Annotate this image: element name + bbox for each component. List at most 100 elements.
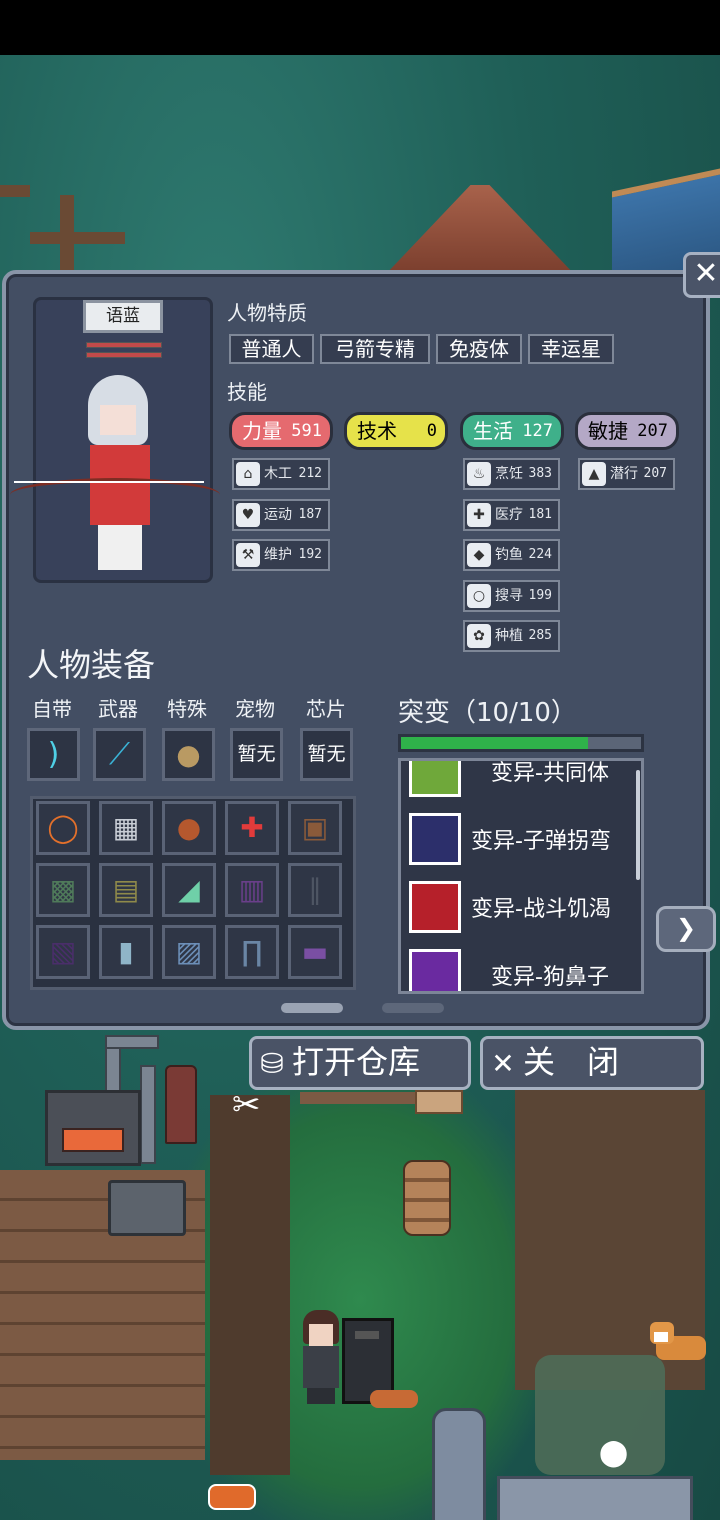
mutation-scrollbar[interactable] bbox=[636, 770, 640, 880]
stat-value: 127 bbox=[522, 421, 553, 441]
inventory-slot[interactable]: ◢ bbox=[162, 863, 216, 917]
mutation-title: 突变（10/10） bbox=[398, 698, 577, 728]
camo-shirt-icon: ▩ bbox=[49, 873, 77, 906]
skill-searching[interactable]: ○ 搜寻 199 bbox=[463, 580, 560, 612]
skill-planting[interactable]: ✿ 种植 285 bbox=[463, 620, 560, 652]
skill-fishing[interactable]: ◆ 钓鱼 224 bbox=[463, 539, 560, 571]
page-indicator-active[interactable] bbox=[281, 1003, 343, 1013]
boots-icon: ▮ bbox=[118, 935, 134, 968]
skill-carpentry[interactable]: ⌂ 木工 212 bbox=[232, 458, 330, 490]
corgi-dog[interactable] bbox=[650, 1318, 712, 1368]
skill-label: 维护 bbox=[264, 547, 292, 563]
mutation-progress-bar bbox=[398, 734, 644, 752]
mutation-label: 变异-共同体 bbox=[491, 761, 609, 786]
trait-chip[interactable]: 弓箭专精 bbox=[320, 334, 430, 364]
house-icon: ⌂ bbox=[236, 462, 260, 486]
slot-weapon[interactable]: ⟋ bbox=[93, 728, 146, 781]
trait-chip[interactable]: 普通人 bbox=[229, 334, 314, 364]
barrel[interactable] bbox=[403, 1160, 451, 1236]
tools-icon[interactable]: ✂ bbox=[232, 1088, 261, 1122]
slot-innate[interactable]: ) bbox=[27, 728, 80, 781]
open-storage-button[interactable]: ⛁ 打开仓库 bbox=[249, 1036, 471, 1090]
sneak-icon: ▲ bbox=[582, 462, 606, 486]
page-indicator[interactable] bbox=[382, 1003, 444, 1013]
skill-cooking[interactable]: ♨ 烹饪 383 bbox=[463, 458, 560, 490]
stat-value: 207 bbox=[637, 421, 668, 441]
equipment-title: 人物装备 bbox=[27, 646, 156, 684]
stat-technique[interactable]: 技术 0 bbox=[344, 412, 448, 450]
anvil[interactable] bbox=[108, 1180, 186, 1236]
trait-chip[interactable]: 幸运星 bbox=[528, 334, 614, 364]
slot-pet[interactable]: 暂无 bbox=[230, 728, 283, 781]
skill-label: 烹饪 bbox=[495, 466, 523, 482]
mutation-label: 变异-战斗饥渴 bbox=[471, 897, 611, 922]
slot-chip[interactable]: 暂无 bbox=[300, 728, 353, 781]
inventory-slot[interactable]: ◯ bbox=[36, 801, 90, 855]
close-icon[interactable]: ✕ bbox=[683, 252, 720, 298]
stamina-bar bbox=[86, 352, 162, 358]
inventory-slot[interactable]: ▨ bbox=[162, 925, 216, 979]
crab bbox=[370, 1390, 418, 1408]
signboard-beam bbox=[300, 1092, 420, 1104]
slot-content: 暂无 bbox=[307, 743, 346, 765]
inventory-slot[interactable]: ▩ bbox=[36, 863, 90, 917]
inventory-slot[interactable]: ∥ bbox=[288, 863, 342, 917]
inventory-slot[interactable]: ▦ bbox=[99, 801, 153, 855]
nose-icon bbox=[409, 949, 461, 991]
pipe bbox=[140, 1065, 156, 1164]
mutation-list[interactable]: 变异-共同体 变异-子弹拐弯 变异-战斗饥渴 变异-狗鼻子 bbox=[398, 758, 644, 994]
open-storage-label: 打开仓库 bbox=[292, 1043, 421, 1081]
shoes-item[interactable] bbox=[208, 1484, 256, 1510]
map-pin-icon[interactable]: ⬤ bbox=[599, 1440, 628, 1466]
pants-icon: ∥ bbox=[308, 873, 322, 906]
player-character[interactable] bbox=[295, 1310, 345, 1405]
stone-pillar bbox=[432, 1408, 486, 1520]
vest-icon: ▦ bbox=[112, 811, 140, 844]
next-page-arrow-icon[interactable]: ❯ bbox=[656, 906, 716, 952]
inventory-slot[interactable]: ▤ bbox=[99, 863, 153, 917]
pot-icon: ♨ bbox=[467, 462, 491, 486]
skill-maintenance[interactable]: ⚒ 维护 192 bbox=[232, 539, 330, 571]
bow-icon: ) bbox=[47, 737, 60, 772]
mutation-item[interactable]: 变异-狗鼻子 bbox=[409, 949, 641, 991]
inventory-slot[interactable]: ▮ bbox=[99, 925, 153, 979]
slot-label: 芯片 bbox=[306, 697, 346, 721]
stat-strength[interactable]: 力量 591 bbox=[229, 412, 333, 450]
mutation-item[interactable]: 变异-战斗饥渴 bbox=[409, 881, 641, 937]
bag-icon: ● bbox=[176, 738, 201, 771]
skill-value: 199 bbox=[528, 588, 552, 603]
stone-bench bbox=[497, 1476, 693, 1520]
stat-life[interactable]: 生活 127 bbox=[460, 412, 564, 450]
skill-value: 192 bbox=[298, 547, 322, 562]
fist-icon bbox=[409, 881, 461, 933]
shoes-icon: ▬ bbox=[301, 935, 329, 968]
medkit-icon: ✚ bbox=[240, 811, 264, 844]
skill-label: 医疗 bbox=[495, 507, 523, 523]
bow-weapon-icon: ⟋ bbox=[109, 737, 130, 772]
character-name: 语蓝 bbox=[83, 300, 163, 333]
bow-icon bbox=[10, 478, 220, 512]
stat-label: 敏捷 bbox=[588, 419, 628, 443]
inventory-slot[interactable]: ∏ bbox=[225, 925, 279, 979]
slot-special[interactable]: ● bbox=[162, 728, 215, 781]
plant-icon: ✿ bbox=[467, 624, 491, 648]
inventory-slot[interactable]: ✚ bbox=[225, 801, 279, 855]
stat-value: 0 bbox=[426, 421, 437, 441]
skill-stealth[interactable]: ▲ 潜行 207 bbox=[578, 458, 675, 490]
skill-medical[interactable]: ✚ 医疗 181 bbox=[463, 499, 560, 531]
mutation-item[interactable]: 变异-共同体 bbox=[409, 761, 641, 801]
skill-value: 285 bbox=[528, 628, 552, 643]
mutation-item[interactable]: 变异-子弹拐弯 bbox=[409, 813, 641, 869]
inventory-slot[interactable]: ▥ bbox=[225, 863, 279, 917]
inventory-slot[interactable]: ▣ bbox=[288, 801, 342, 855]
skill-sports[interactable]: ♥ 运动 187 bbox=[232, 499, 330, 531]
inventory-slot[interactable]: ▬ bbox=[288, 925, 342, 979]
skill-label: 钓鱼 bbox=[495, 547, 523, 563]
inventory-slot[interactable]: ● bbox=[162, 801, 216, 855]
trait-chip[interactable]: 免疫体 bbox=[436, 334, 522, 364]
sneakers-icon: ◢ bbox=[178, 873, 200, 906]
inventory-slot[interactable]: ▧ bbox=[36, 925, 90, 979]
skill-value: 181 bbox=[528, 507, 552, 522]
stat-agility[interactable]: 敏捷 207 bbox=[575, 412, 679, 450]
close-button[interactable]: ✕ 关 闭 bbox=[480, 1036, 704, 1090]
